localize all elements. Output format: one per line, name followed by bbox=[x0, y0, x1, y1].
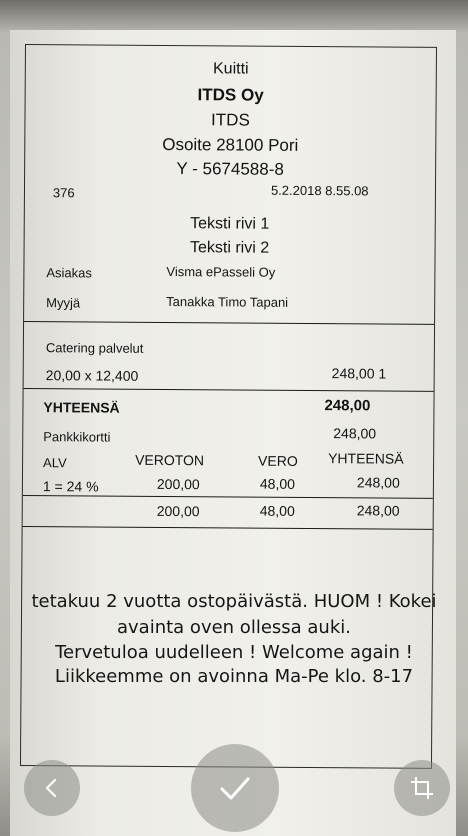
business-id: Y - 5674588-8 bbox=[176, 159, 284, 179]
footer-line-2: avainta oven ollessa auki. bbox=[117, 617, 351, 638]
payment-value: 248,00 bbox=[333, 425, 377, 442]
footer-line-1: tetakuu 2 vuotta ostopäivästä. HUOM ! Ko… bbox=[31, 591, 437, 612]
footer-line-3: Tervetuloa uudelleen ! Welcome again ! bbox=[55, 642, 413, 663]
text-line-1: Teksti rivi 1 bbox=[190, 215, 270, 233]
total-label: YHTEENSÄ bbox=[43, 399, 120, 416]
total-value: 248,00 bbox=[324, 397, 371, 415]
divider bbox=[24, 321, 435, 325]
company-address: Osoite 28100 Pori bbox=[162, 134, 299, 155]
checkmark-icon bbox=[220, 777, 250, 800]
item-qty-price: 20,00 x 12,400 bbox=[45, 367, 139, 384]
divider bbox=[22, 494, 433, 499]
chevron-left-icon bbox=[45, 778, 57, 798]
vat-net: 200,00 bbox=[156, 475, 200, 493]
vat-total-net: 200,00 bbox=[156, 502, 200, 520]
vat-header-veroton: VEROTON bbox=[135, 451, 205, 469]
customer-label: Asiakas bbox=[46, 265, 92, 281]
payment-label: Pankkikortti bbox=[43, 429, 111, 445]
vat-header-yhteensa: YHTEENSÄ bbox=[328, 450, 404, 467]
vat-header-vero: VERO bbox=[258, 452, 298, 469]
crop-icon bbox=[411, 777, 433, 799]
company-name: ITDS Oy bbox=[197, 85, 264, 105]
vat-tax: 48,00 bbox=[259, 475, 296, 492]
company-short-name: ITDS bbox=[211, 110, 250, 130]
footer-line-4: Liikkeemme on avoinna Ma-Pe klo. 8-17 bbox=[54, 666, 414, 687]
vat-header-alv: ALV bbox=[43, 455, 67, 471]
item-amount: 248,00 1 bbox=[331, 365, 387, 382]
receipt-number: 376 bbox=[52, 185, 75, 201]
seller-value: Tanakka Timo Tapani bbox=[166, 293, 289, 310]
confirm-button[interactable] bbox=[191, 744, 279, 832]
divider bbox=[22, 525, 433, 530]
vat-gross: 248,00 bbox=[356, 474, 400, 491]
receipt-datetime: 5.2.2018 8.55.08 bbox=[270, 182, 369, 199]
seller-label: Myyjä bbox=[46, 295, 81, 311]
vat-total-gross: 248,00 bbox=[356, 502, 400, 519]
crop-button[interactable] bbox=[394, 760, 450, 816]
vat-rate: 1 = 24 % bbox=[42, 478, 99, 495]
item-name: Catering palvelut bbox=[45, 340, 144, 356]
divider bbox=[23, 387, 434, 392]
customer-value: Visma ePasseli Oy bbox=[166, 263, 276, 280]
text-line-2: Teksti rivi 2 bbox=[189, 239, 270, 257]
receipt-title: Kuitti bbox=[212, 60, 249, 78]
camera-toolbar bbox=[0, 740, 468, 836]
back-button[interactable] bbox=[24, 760, 80, 816]
vat-total-tax: 48,00 bbox=[259, 502, 295, 519]
